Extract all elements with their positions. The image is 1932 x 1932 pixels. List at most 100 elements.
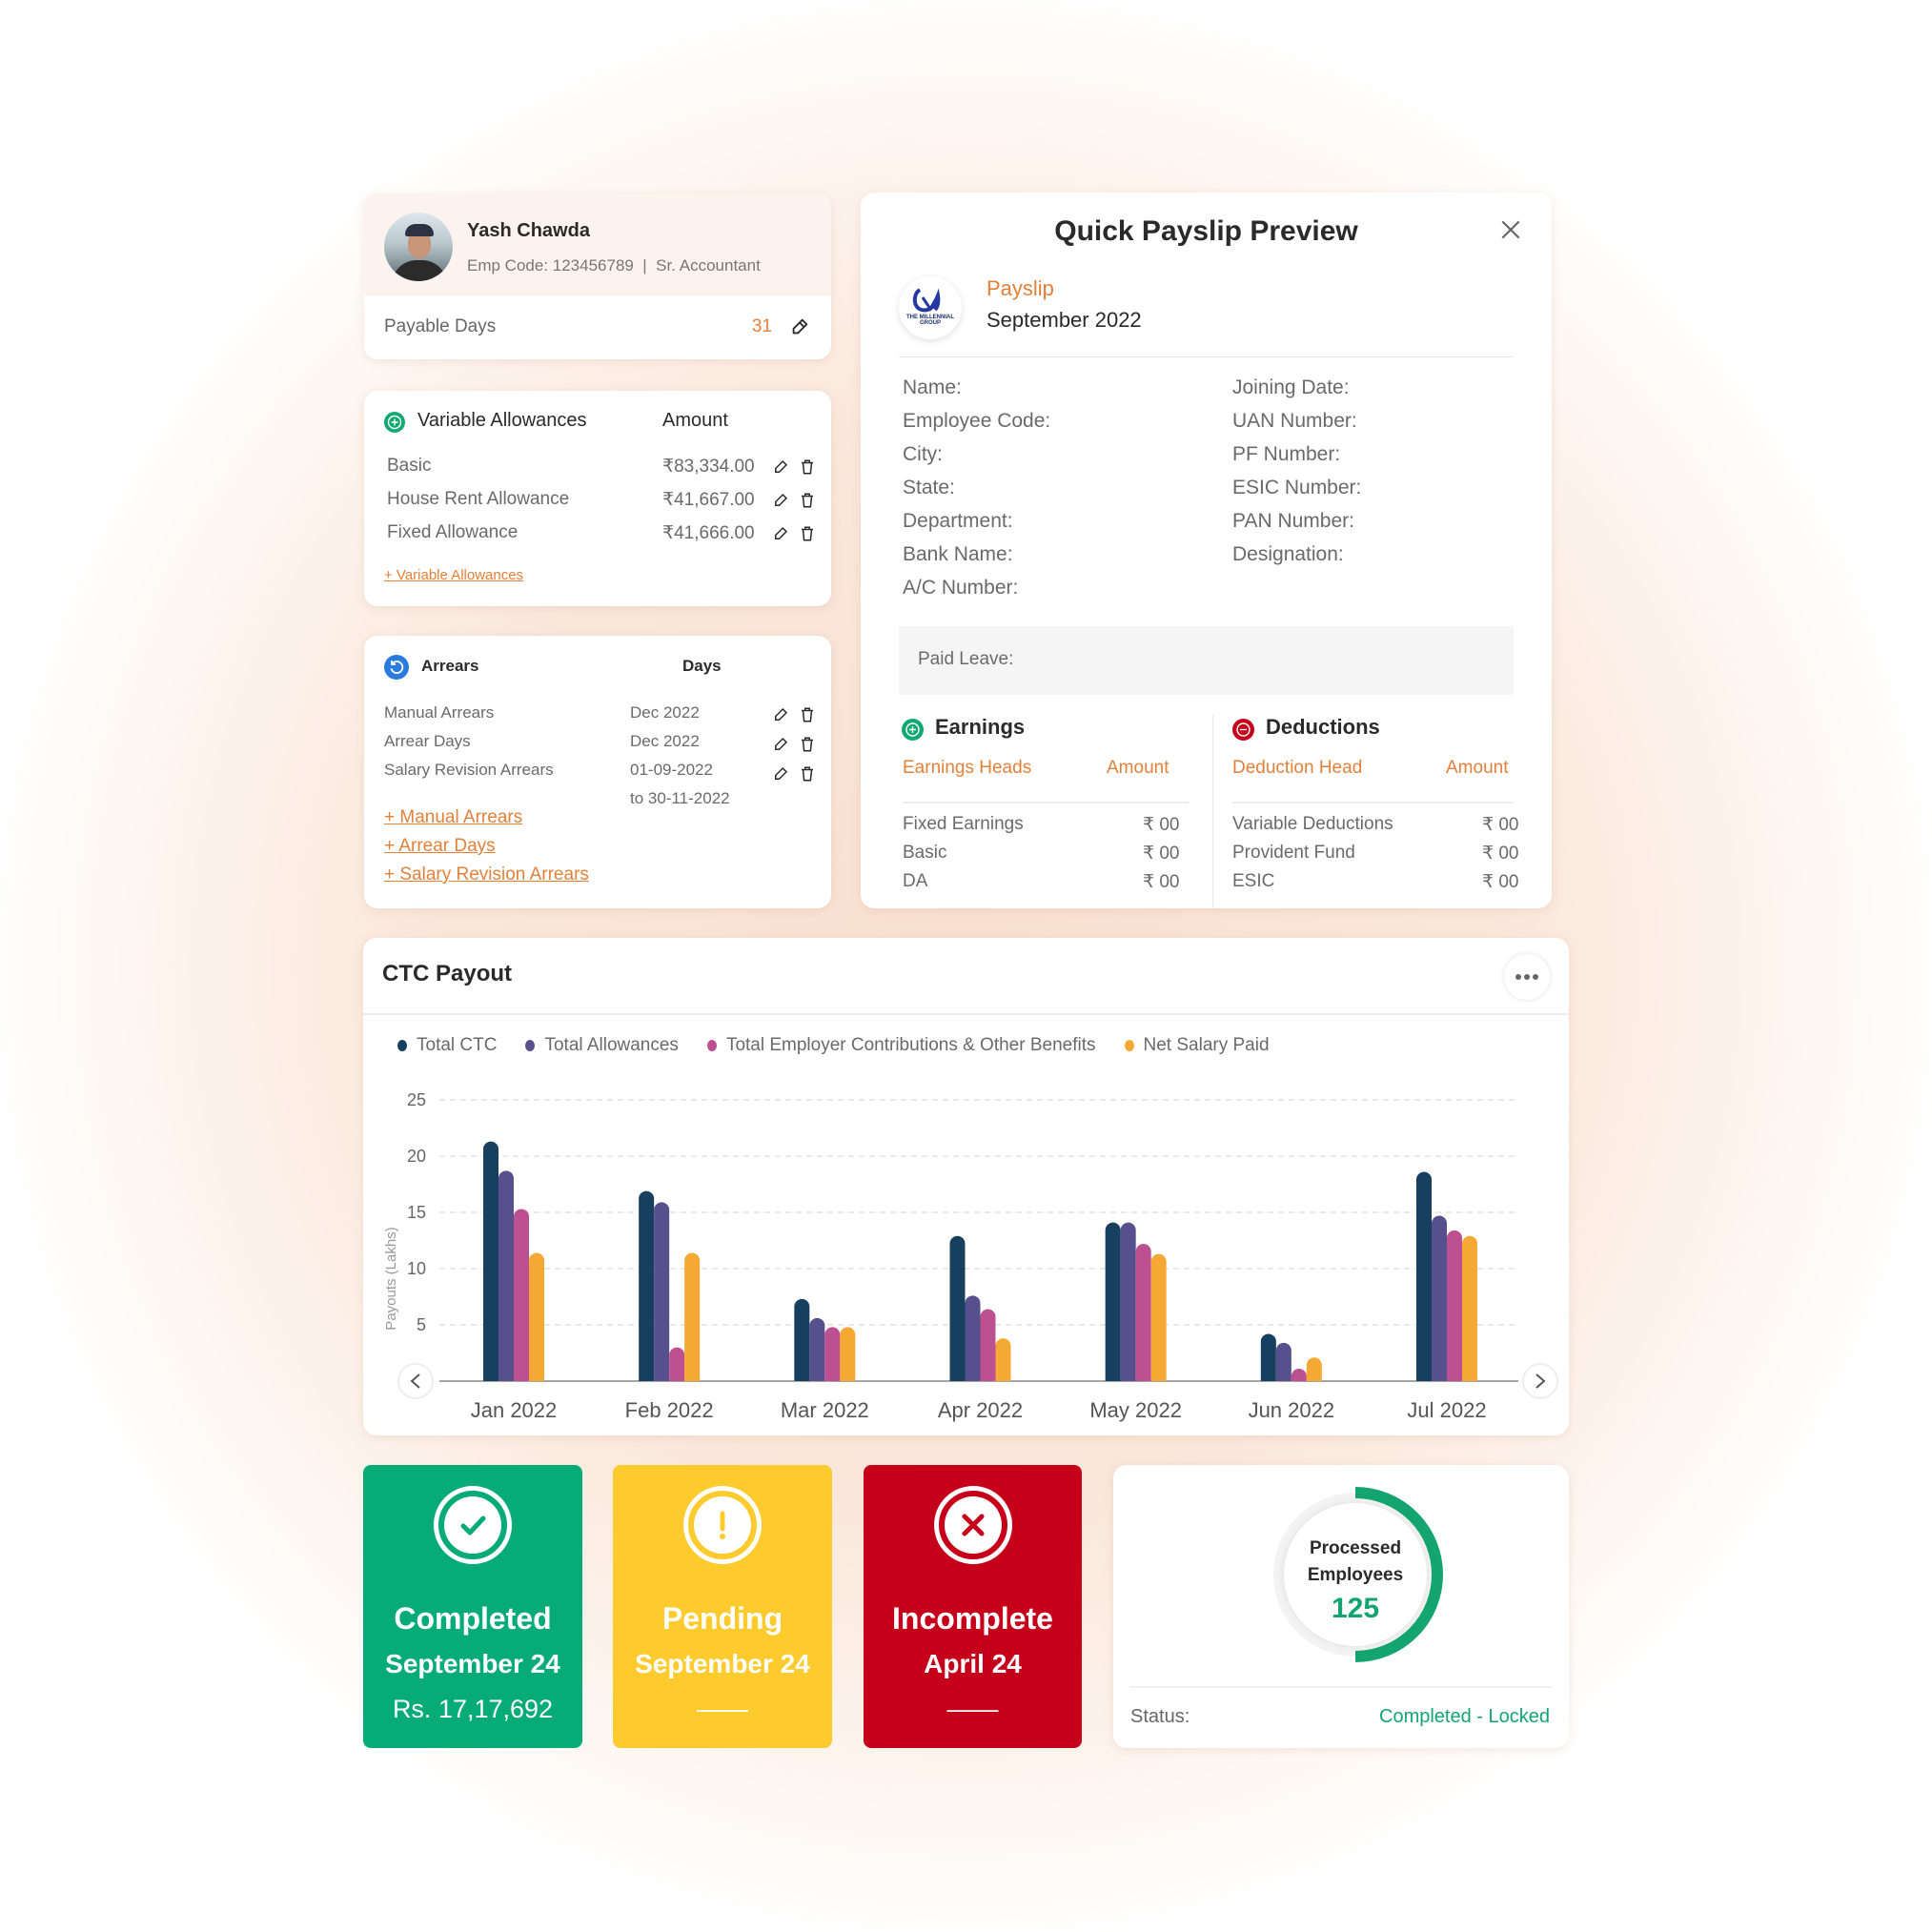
pencil-icon[interactable] [772,458,789,476]
trash-icon[interactable] [799,525,816,542]
field-pf-number: PF Number: [1232,443,1341,465]
x-tick-label: Mar 2022 [781,1398,869,1422]
status-label: Status: [1130,1706,1190,1727]
company-logo-text: THE MILLENNIAL GROUP [906,315,954,326]
trash-icon[interactable] [799,765,816,783]
deduction-label: Provident Fund [1232,843,1355,863]
allowance-amount: ₹41,666.00 [662,523,755,543]
earnings-amount-header: Amount [1107,758,1169,778]
field-uan-number: UAN Number: [1232,410,1357,432]
ctc-payout-title: CTC Payout [382,961,513,986]
trash-icon[interactable] [799,736,816,753]
divider [363,1013,1569,1015]
bar-net-salary-paid [529,1252,544,1381]
pencil-icon[interactable] [772,736,789,753]
arrear-label: Salary Revision Arrears [384,761,554,779]
allowance-label: Fixed Allowance [387,522,519,542]
legend-item[interactable]: Total CTC [397,1035,497,1056]
status-period: September 24 [385,1649,560,1678]
check-circle-icon [434,1486,512,1564]
bar-total-allowances [1432,1215,1447,1381]
field-bank-name: Bank Name: [903,543,1013,565]
arrears-title: Arrears [421,657,479,675]
deduction-amount: ₹ 00 [1482,872,1519,892]
arrear-days-end: to 30-11-2022 [630,789,730,807]
bar-total-allowances [654,1202,670,1381]
y-axis-label: Payouts (Lakhs) [383,1227,399,1330]
field-ac-number: A/C Number: [903,577,1019,599]
chart-next-button[interactable] [1522,1363,1558,1399]
bar-total-employer-contributions-other-benefits [1447,1230,1462,1381]
divider [903,802,1189,803]
trash-icon[interactable] [799,706,816,723]
company-logo: THE MILLENNIAL GROUP [899,276,962,339]
x-tick-label: Feb 2022 [625,1398,714,1422]
add-variable-allowance-link[interactable]: + Variable Allowances [384,567,523,583]
processed-center: Processed Employees 125 [1267,1486,1444,1663]
status-card-completed[interactable]: Completed September 24 Rs. 17,17,692 [363,1465,582,1748]
status-period: April 24 [924,1649,1022,1678]
pencil-icon[interactable] [772,765,789,783]
field-esic-number: ESIC Number: [1232,477,1362,498]
status-card-incomplete[interactable]: Incomplete April 24 —— [864,1465,1082,1748]
earning-label: DA [903,871,928,891]
field-state: State: [903,477,955,498]
pencil-icon[interactable] [772,525,789,542]
legend-dot [525,1040,536,1051]
bar-total-employer-contributions-other-benefits [1291,1369,1307,1381]
status-label: Completed [394,1601,552,1636]
employee-code-designation: Emp Code: 123456789 | Sr. Accountant [467,256,761,275]
x-circle-icon [933,1486,1012,1564]
add-salary-revision-arrears-link[interactable]: + Salary Revision Arrears [384,864,589,885]
payslip-label: Payslip [986,276,1054,300]
earnings-title: Earnings [935,715,1026,739]
processed-label-line2: Employees [1307,1565,1404,1585]
refresh-icon [384,655,409,680]
arrear-label: Manual Arrears [384,703,495,722]
bar-total-ctc [1105,1222,1121,1381]
company-logo-icon [912,288,941,313]
allowance-label: Basic [387,456,432,476]
variable-allowances-card: Variable Allowances Amount Basic ₹83,334… [364,391,831,606]
earning-amount: ₹ 00 [1143,872,1180,892]
ellipsis-icon [1515,974,1521,980]
add-manual-arrears-link[interactable]: + Manual Arrears [384,807,522,828]
trash-icon[interactable] [799,458,816,476]
bar-total-employer-contributions-other-benefits [1135,1244,1151,1381]
deduction-amount: ₹ 00 [1482,815,1519,835]
legend-item[interactable]: Total Employer Contributions & Other Ben… [706,1035,1096,1056]
legend-item[interactable]: Total Allowances [525,1035,679,1056]
legend-item[interactable]: Net Salary Paid [1124,1035,1270,1056]
x-tick-label: Jul 2022 [1407,1398,1486,1422]
bar-total-ctc [949,1235,966,1381]
x-tick-label: Apr 2022 [938,1398,1023,1422]
trash-icon[interactable] [799,492,816,509]
deduction-label: ESIC [1232,871,1275,891]
pencil-icon[interactable] [772,706,789,723]
add-arrear-days-link[interactable]: + Arrear Days [384,836,496,857]
y-tick-label: 10 [407,1259,426,1278]
earning-label: Fixed Earnings [903,814,1024,834]
more-options-button[interactable] [1504,954,1550,1000]
chart-prev-button[interactable] [397,1363,434,1399]
pencil-icon[interactable] [789,316,810,337]
pencil-icon[interactable] [772,492,789,509]
status-amount: Rs. 17,17,692 [392,1695,554,1723]
legend-label: Total CTC [417,1035,498,1055]
payslip-preview-title: Quick Payslip Preview [1054,215,1358,247]
legend-label: Total Employer Contributions & Other Ben… [725,1035,1096,1055]
divider [1130,1686,1552,1688]
status-card-pending[interactable]: Pending September 24 —— [613,1465,832,1748]
plus-circle-icon [384,412,405,433]
allowance-label: House Rent Allowance [387,489,570,509]
paid-leave-box: Paid Leave: [899,626,1514,695]
close-icon[interactable] [1498,217,1523,242]
bar-total-allowances [1120,1222,1136,1381]
column-divider [1212,715,1213,908]
bar-total-ctc [1416,1171,1432,1381]
allowance-amount: ₹41,667.00 [662,490,755,510]
processed-employees-card: Processed Employees 125 Status: Completed… [1113,1465,1569,1748]
quick-payslip-preview-panel: Quick Payslip Preview THE MILLENNIAL GRO… [861,193,1552,908]
deductions-amount-header: Amount [1446,758,1509,778]
legend-dot [397,1040,407,1051]
